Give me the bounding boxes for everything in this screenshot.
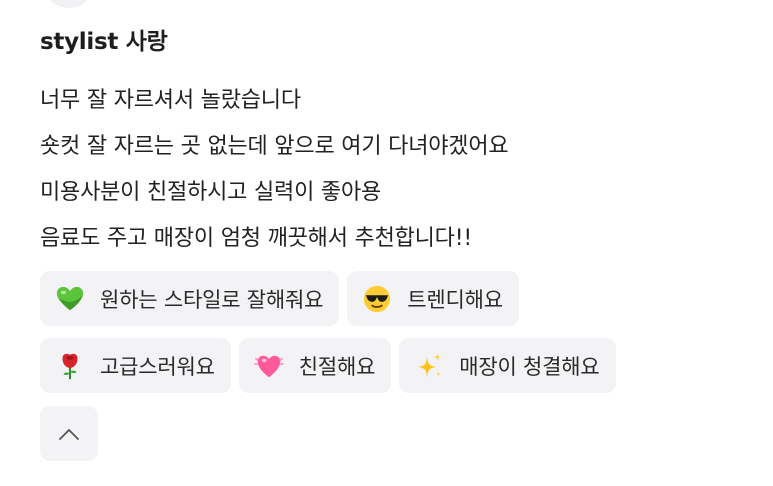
review-text: 너무 잘 자르셔서 놀랐습니다 숏컷 잘 자르는 곳 없는데 앞으로 여기 다녀… xyxy=(40,78,740,262)
keyword-chip-trendy: 트렌디해요 xyxy=(347,271,519,326)
keyword-row: 고급스러워요 친절해요 매장이 청결해요 xyxy=(40,338,740,393)
beating-heart-icon xyxy=(253,350,285,382)
keyword-label: 친절해요 xyxy=(298,354,376,379)
avatar xyxy=(46,0,92,8)
review-line: 숏컷 잘 자르는 곳 없는데 앞으로 여기 다녀야겠어요 xyxy=(40,134,509,159)
sparkles-icon xyxy=(413,350,445,382)
review-line: 음료도 주고 매장이 엄청 깨끗해서 추천합니다!! xyxy=(40,226,472,251)
review-author[interactable]: stylist 사랑 xyxy=(40,22,168,56)
keyword-chips: 원하는 스타일로 잘해줘요 트렌디해요 고급스러워요 친절해요 매장이 청결해요 xyxy=(40,271,740,405)
keyword-label: 고급스러워요 xyxy=(100,354,215,379)
keyword-row: 원하는 스타일로 잘해줘요 트렌디해요 xyxy=(40,271,740,326)
keyword-chip-clean: 매장이 청결해요 xyxy=(399,338,616,393)
green-heart-icon xyxy=(54,283,86,315)
keyword-label: 원하는 스타일로 잘해줘요 xyxy=(100,287,324,312)
review-line: 너무 잘 자르셔서 놀랐습니다 xyxy=(40,88,301,113)
collapse-button[interactable] xyxy=(40,406,98,461)
keyword-chip-luxury: 고급스러워요 xyxy=(40,338,231,393)
keyword-label: 매장이 청결해요 xyxy=(459,354,600,379)
rose-icon xyxy=(54,350,86,382)
keyword-chip-style: 원하는 스타일로 잘해줘요 xyxy=(40,271,340,326)
chevron-up-icon xyxy=(59,428,79,440)
sunglasses-face-icon xyxy=(361,283,393,315)
keyword-label: 트렌디해요 xyxy=(407,287,503,312)
keyword-chip-kind: 친절해요 xyxy=(238,338,392,393)
review-line: 미용사분이 친절하시고 실력이 좋아용 xyxy=(40,180,382,205)
